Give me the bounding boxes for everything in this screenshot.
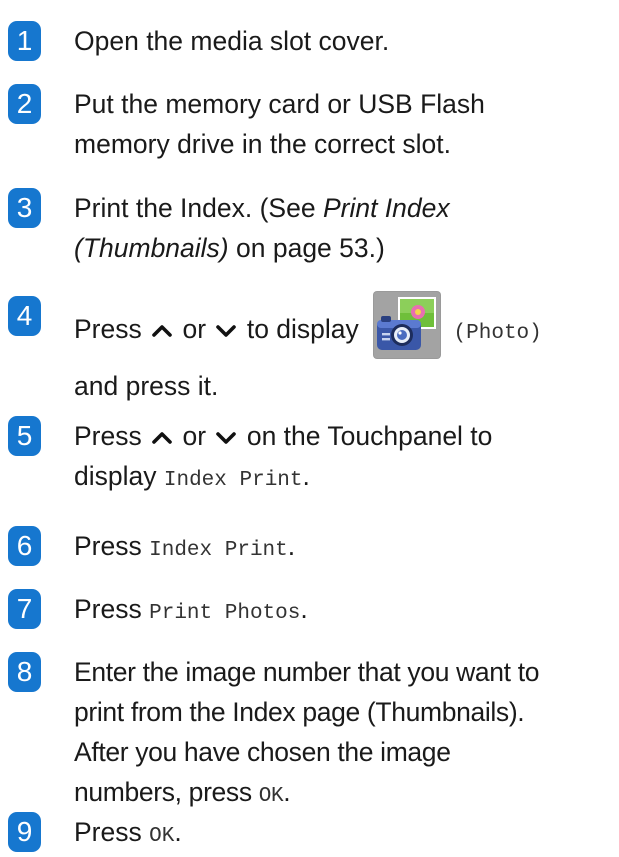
step-number-badge: 5	[8, 416, 41, 456]
period: .	[287, 531, 296, 561]
chevron-up-icon	[152, 325, 172, 337]
index-print-label: Index Print	[163, 469, 303, 492]
or-label: or	[182, 314, 207, 344]
period: .	[174, 817, 182, 847]
period: .	[302, 461, 310, 491]
step-8-line-4: numbers, press	[74, 777, 252, 807]
chevron-up-icon	[152, 432, 172, 444]
ok-label: OK	[149, 825, 175, 848]
step-text: Enter the image number that you want to …	[74, 652, 614, 817]
step-1-text: Open the media slot cover.	[74, 26, 390, 56]
step-8-line-2: print from the Index page (Thumbnails).	[74, 697, 525, 727]
step-text: Press or on the Touchpanel to display In…	[74, 416, 614, 501]
step-text: Press or to display (Photo) and press it…	[74, 291, 614, 406]
step-text: Press OK.	[74, 812, 614, 857]
step-number-badge: 9	[8, 812, 41, 852]
print-photos-label: Print Photos	[149, 602, 301, 625]
step-2-line-2: memory drive in the correct slot.	[74, 129, 452, 159]
step-text: Put the memory card or USB Flash memory …	[74, 84, 614, 164]
press-label: Press	[74, 421, 142, 451]
step-number-badge: 2	[8, 84, 41, 124]
or-label: or	[182, 421, 207, 451]
display-label: to display	[246, 314, 359, 344]
step-3-text: Print the Index. (See	[74, 193, 323, 223]
step-number-badge: 6	[8, 526, 41, 566]
chevron-down-icon	[216, 325, 237, 337]
step-number-badge: 3	[8, 188, 41, 228]
press-label: Press	[74, 314, 142, 344]
step-number-badge: 4	[8, 296, 41, 336]
step-number-badge: 8	[8, 652, 41, 692]
step-number-badge: 7	[8, 589, 41, 629]
index-print-label: Index Print	[149, 539, 288, 562]
photo-button-label: (Photo)	[453, 322, 542, 345]
press-label: Press	[74, 594, 142, 624]
display-label: display	[74, 461, 157, 491]
step-text: Open the media slot cover.	[74, 21, 614, 61]
step-text: Press Index Print.	[74, 526, 614, 571]
period: .	[300, 594, 308, 624]
chevron-down-icon	[216, 432, 237, 444]
cross-reference-link[interactable]: Print Index	[323, 193, 450, 223]
step-2-line-1: Put the memory card or USB Flash	[74, 89, 485, 119]
step-8-line-1: Enter the image number that you want to	[74, 657, 540, 687]
ok-label: OK	[258, 785, 284, 808]
step-5-text: on the Touchpanel to	[246, 421, 493, 451]
period: .	[283, 777, 291, 807]
step-8-line-3: After you have chosen the image	[74, 737, 451, 767]
step-text: Print the Index. (See Print Index (Thumb…	[74, 188, 614, 268]
page-reference: on page 53.)	[228, 233, 385, 263]
step-number-badge: 1	[8, 21, 41, 61]
press-label: Press	[74, 531, 142, 561]
photo-camera-icon[interactable]	[372, 290, 442, 360]
step-text: Press Print Photos.	[74, 589, 614, 634]
step-4-line-2: and press it.	[74, 371, 219, 401]
cross-reference-link[interactable]: (Thumbnails)	[74, 233, 229, 263]
press-label: Press	[74, 817, 142, 847]
